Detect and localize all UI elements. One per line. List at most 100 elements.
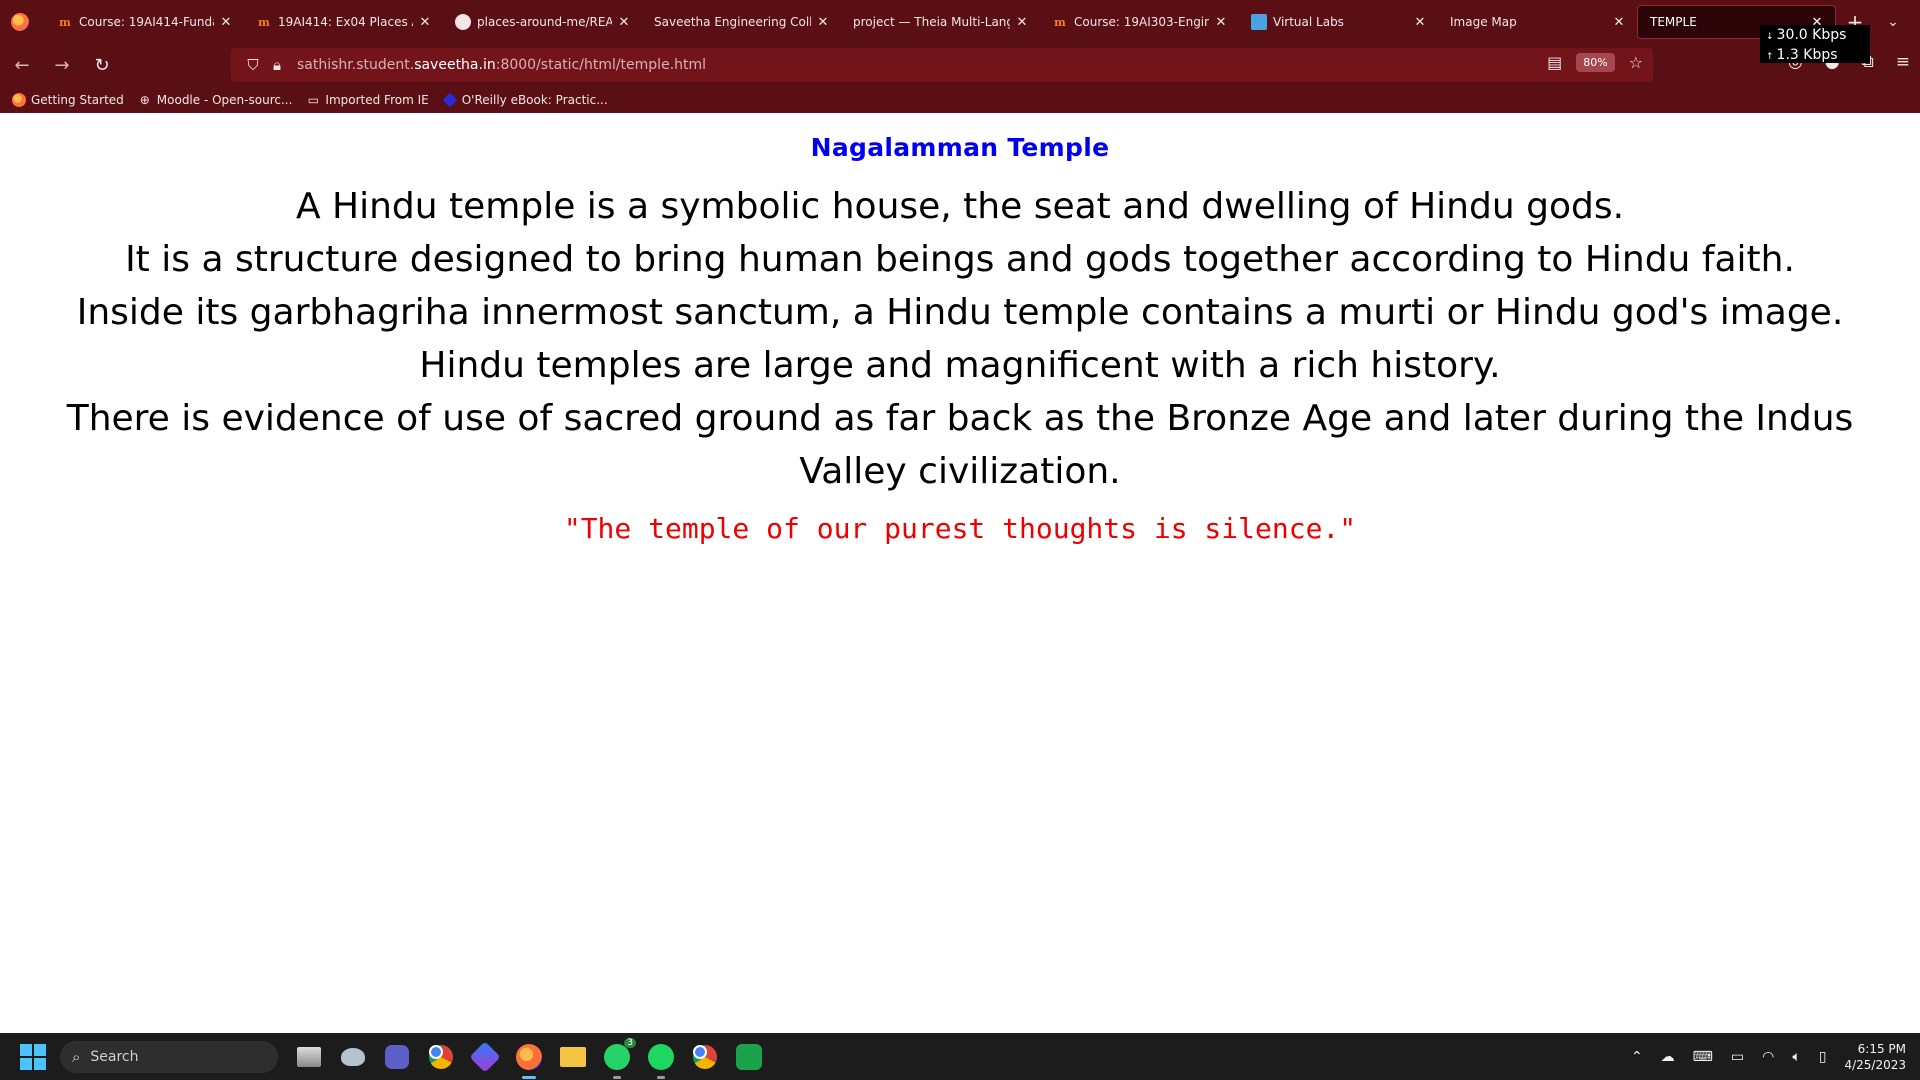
network-speed-meter: ↓ 30.0 Kbps ↑ 1.3 Kbps: [1760, 25, 1870, 63]
shield-icon[interactable]: ⛉: [241, 56, 265, 74]
bookmark-label: Moodle - Open-sourc...: [156, 92, 293, 107]
back-arrow-icon[interactable]: ←: [4, 49, 40, 81]
torrent-app-icon[interactable]: [734, 1042, 764, 1072]
firefox-taskbar-icon[interactable]: [514, 1042, 544, 1079]
upload-speed: 1.3 Kbps: [1776, 47, 1838, 63]
tab-course-19ai414[interactable]: m Course: 19AI414-Funda ✕: [45, 5, 244, 39]
tab-label: 19AI414: Ex04 Places Ar: [278, 15, 413, 29]
clock-date: 4/25/2023: [1844, 1057, 1906, 1072]
reader-view-icon[interactable]: ▤: [1547, 53, 1562, 72]
tab-bar: m Course: 19AI414-Funda ✕ m 19AI414: Ex0…: [0, 0, 1920, 44]
web-page-content: Nagalamman Temple A Hindu temple is a sy…: [0, 113, 1920, 1033]
tab-label: project — Theia Multi-Lang: [853, 15, 1010, 29]
task-view-icon[interactable]: [294, 1042, 324, 1072]
onedrive-cloud-icon[interactable]: ☁: [1661, 1049, 1675, 1065]
zoom-level-button[interactable]: 80%: [1576, 53, 1615, 72]
clock-time: 6:15 PM: [1857, 1041, 1906, 1056]
close-tab-icon[interactable]: ✕: [1412, 15, 1428, 30]
globe-icon: ⊕: [139, 92, 150, 107]
file-explorer-icon[interactable]: [558, 1042, 588, 1072]
close-tab-icon[interactable]: ✕: [1611, 15, 1627, 30]
tab-github-readme[interactable]: places-around-me/REA ✕: [443, 5, 642, 39]
search-label: Search: [90, 1048, 139, 1065]
moodle-icon: m: [258, 15, 270, 29]
download-speed: 30.0 Kbps: [1776, 27, 1847, 43]
close-tab-icon[interactable]: ✕: [616, 15, 632, 30]
tab-label: Course: 19AI303-Engine: [1074, 15, 1209, 29]
navigation-toolbar: ← → ↻ ⛉ 🔒︎ sathishr.student.saveetha.in:…: [0, 44, 1920, 86]
bookmark-star-icon[interactable]: ☆: [1629, 53, 1643, 72]
spotify-icon[interactable]: [646, 1042, 676, 1079]
url-text[interactable]: sathishr.student.saveetha.in:8000/static…: [297, 57, 706, 73]
moodle-icon: m: [1054, 15, 1066, 29]
tab-ex04-places[interactable]: m 19AI414: Ex04 Places Ar ✕: [244, 5, 443, 39]
battery-icon[interactable]: ▯: [1819, 1049, 1827, 1065]
firefox-icon: [12, 92, 26, 107]
volume-icon[interactable]: 🔈︎: [1792, 1049, 1800, 1065]
tab-theia-project[interactable]: project — Theia Multi-Lang ✕: [841, 5, 1040, 39]
tab-label: Image Map: [1450, 15, 1517, 29]
description-line: Hindu temples are large and magnificent …: [419, 345, 1501, 386]
download-arrow-icon: ↓: [1766, 32, 1774, 42]
list-all-tabs-chevron-icon[interactable]: ⌄: [1874, 6, 1912, 38]
tab-label: Virtual Labs: [1273, 15, 1344, 29]
windows-start-icon[interactable]: [20, 1043, 46, 1070]
display-icon[interactable]: ▭: [1731, 1049, 1744, 1065]
temple-quote: "The temple of our purest thoughts is si…: [563, 512, 1357, 545]
bookmark-oreilly[interactable]: O'Reilly eBook: Practic...: [442, 92, 608, 107]
close-tab-icon[interactable]: ✕: [1014, 15, 1030, 30]
tab-label: places-around-me/REA: [477, 15, 612, 29]
oreilly-icon: [442, 92, 458, 107]
keyboard-icon[interactable]: ⌨: [1693, 1049, 1713, 1065]
teams-chat-icon[interactable]: [382, 1042, 412, 1072]
whatsapp-notification-badge: 3: [624, 1037, 636, 1048]
wifi-icon[interactable]: ◠: [1762, 1049, 1774, 1065]
tab-virtual-labs[interactable]: Virtual Labs ✕: [1239, 5, 1438, 39]
upload-arrow-icon: ↑: [1766, 52, 1774, 62]
whatsapp-icon[interactable]: 3: [602, 1037, 636, 1079]
description-line: There is evidence of use of sacred groun…: [66, 398, 1854, 492]
close-tab-icon[interactable]: ✕: [218, 15, 234, 30]
chevron-up-icon[interactable]: ⌃: [1631, 1049, 1643, 1065]
taskbar-clock[interactable]: 6:15 PM 4/25/2023: [1844, 1041, 1906, 1073]
close-tab-icon[interactable]: ✕: [1213, 15, 1229, 30]
bookmark-imported-from-ie[interactable]: ▭ Imported From IE: [306, 92, 429, 107]
description-line: It is a structure designed to bring huma…: [125, 239, 1795, 280]
search-icon: ⌕: [72, 1047, 81, 1066]
chrome-icon[interactable]: [426, 1042, 456, 1072]
chrome-profile-icon[interactable]: [690, 1042, 720, 1072]
hamburger-menu-icon[interactable]: ≡: [1896, 52, 1910, 72]
description-line: Inside its garbhagriha innermost sanctum…: [76, 292, 1844, 333]
bookmarks-toolbar: Getting Started ⊕ Moodle - Open-sourc...…: [0, 86, 1920, 113]
tab-image-map[interactable]: Image Map ✕: [1438, 5, 1637, 39]
url-prefix: sathishr.student.: [297, 57, 415, 73]
windows-taskbar: ⌕ Search 3 ⌃ ☁ ⌨ ▭ ◠ 🔈︎ ▯ 6:15 PM 4/25/2…: [0, 1033, 1920, 1080]
url-domain: saveetha.in: [414, 57, 496, 73]
reload-icon[interactable]: ↻: [84, 49, 120, 81]
tab-course-19ai303[interactable]: m Course: 19AI303-Engine ✕: [1040, 5, 1239, 39]
system-tray: ⌃ ☁ ⌨ ▭ ◠ 🔈︎ ▯ 6:15 PM 4/25/2023: [1631, 1033, 1906, 1080]
url-suffix: :8000/static/html/temple.html: [495, 57, 707, 73]
bookmark-label: O'Reilly eBook: Practic...: [461, 92, 608, 107]
tab-label: Course: 19AI414-Funda: [79, 15, 214, 29]
address-bar[interactable]: ⛉ 🔒︎ sathishr.student.saveetha.in:8000/s…: [231, 48, 1653, 82]
lock-icon[interactable]: 🔒︎: [265, 56, 289, 74]
taskbar-search-box[interactable]: ⌕ Search: [60, 1040, 278, 1073]
moodle-icon: m: [59, 15, 71, 29]
copilot-icon[interactable]: [469, 1040, 501, 1073]
widgets-icon[interactable]: [338, 1042, 368, 1072]
close-tab-icon[interactable]: ✕: [417, 15, 433, 30]
bookmark-label: Getting Started: [31, 92, 124, 107]
description-line: A Hindu temple is a symbolic house, the …: [295, 186, 1625, 227]
close-tab-icon[interactable]: ✕: [815, 15, 831, 30]
firefox-menu-icon[interactable]: [11, 13, 29, 31]
bookmark-moodle[interactable]: ⊕ Moodle - Open-sourc...: [138, 93, 293, 107]
forward-arrow-icon[interactable]: →: [44, 49, 80, 81]
github-icon: [455, 14, 471, 30]
bookmark-getting-started[interactable]: Getting Started: [12, 92, 124, 107]
temple-description: A Hindu temple is a symbolic house, the …: [60, 180, 1860, 498]
tab-saveetha-college[interactable]: Saveetha Engineering Colle ✕: [642, 5, 841, 39]
browser-chrome: m Course: 19AI414-Funda ✕ m 19AI414: Ex0…: [0, 0, 1920, 113]
taskbar-apps: 3: [294, 1037, 764, 1079]
bookmark-label: Imported From IE: [325, 92, 429, 107]
